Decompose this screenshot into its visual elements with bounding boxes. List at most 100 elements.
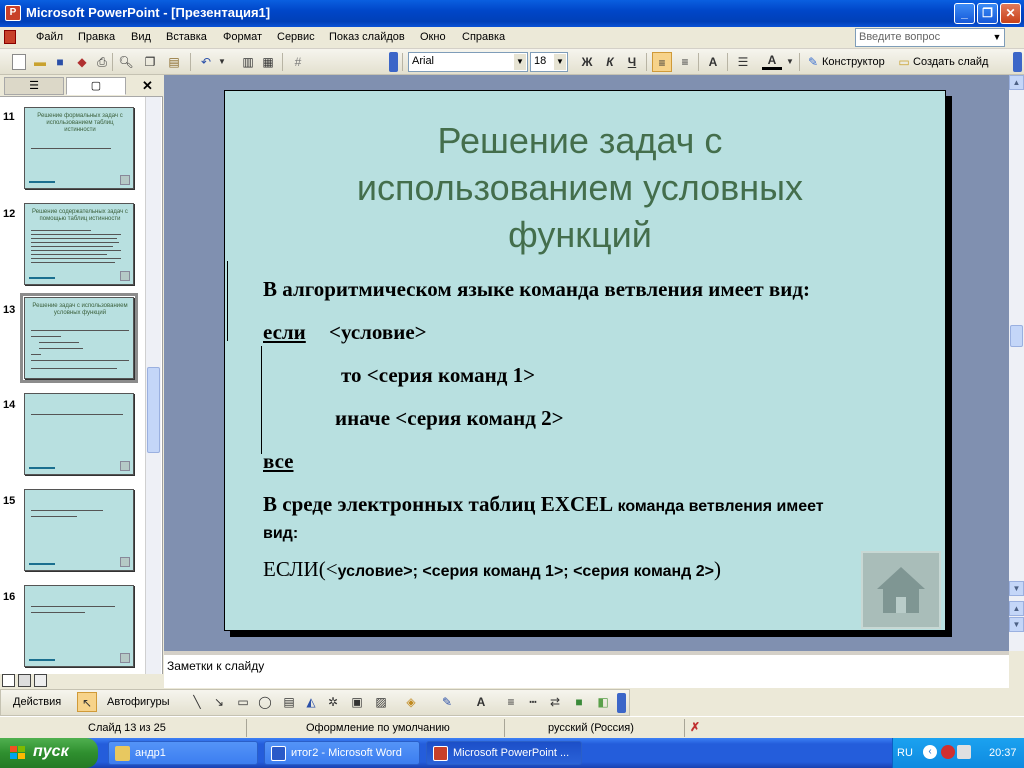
actions-menu[interactable]: Действия xyxy=(13,696,61,708)
toolbar-overflow-icon[interactable] xyxy=(1013,52,1022,72)
font-select[interactable]: Arial ▼ xyxy=(408,52,528,72)
line-spacing-icon[interactable]: ☰ xyxy=(733,52,753,72)
excel-text[interactable]: В среде электронных таблиц EXCEL команда… xyxy=(263,492,824,517)
permission-icon[interactable]: ◆ xyxy=(72,52,92,72)
bold-button[interactable]: Ж xyxy=(577,52,597,72)
condition-text[interactable]: <условие> xyxy=(329,320,427,345)
picture-icon[interactable]: ▨ xyxy=(371,692,391,712)
slide-text-line1[interactable]: В алгоритмическом языке команда ветвлени… xyxy=(263,277,810,302)
scrollbar-thumb[interactable] xyxy=(147,367,160,453)
print-preview-icon[interactable]: 🔍︎ xyxy=(116,52,136,72)
panel-close-icon[interactable]: ✕ xyxy=(142,78,153,94)
align-left-button[interactable]: ≡ xyxy=(652,52,672,72)
restore-button[interactable]: ❐ xyxy=(977,3,998,24)
font-size-select[interactable]: 18 ▼ xyxy=(530,52,568,72)
dash-style-icon[interactable]: ┅ xyxy=(523,692,543,712)
diagram-icon[interactable]: ✲ xyxy=(323,692,343,712)
arrow-icon[interactable]: ↘ xyxy=(209,692,229,712)
slideshow-view-icon[interactable] xyxy=(34,674,47,687)
scroll-up-arrow[interactable]: ▲ xyxy=(1009,75,1024,90)
excel-text-line2[interactable]: вид: xyxy=(263,519,298,544)
rectangle-icon[interactable]: ▭ xyxy=(233,692,253,712)
normal-view-icon[interactable] xyxy=(2,674,15,687)
autoshapes-menu[interactable]: Автофигуры xyxy=(107,696,170,708)
font-color-icon[interactable]: A xyxy=(762,52,782,70)
scroll-down-arrow[interactable]: ▼ xyxy=(1009,581,1024,596)
new-slide-button[interactable]: Создать слайд xyxy=(913,56,988,68)
excel-formula[interactable]: ЕСЛИ(<условие>; <серия команд 1>; <серия… xyxy=(263,557,721,582)
keyword-if[interactable]: если xyxy=(263,320,306,345)
network-icon[interactable] xyxy=(957,745,971,759)
menu-edit[interactable]: Правка xyxy=(78,31,115,43)
font-color-dropdown-icon[interactable]: ▼ xyxy=(780,52,800,72)
new-document-icon[interactable] xyxy=(12,54,26,70)
powerpoint-app-icon[interactable]: P xyxy=(5,5,21,21)
menu-insert[interactable]: Вставка xyxy=(166,31,207,43)
increase-font-icon[interactable]: A xyxy=(703,52,723,72)
next-slide-icon[interactable]: ▼ xyxy=(1009,617,1024,632)
then-text[interactable]: то <серия команд 1> xyxy=(341,363,535,388)
menu-slideshow[interactable]: Показ слайдов xyxy=(329,31,405,43)
slide-thumbnail-13[interactable]: Решение задач с использованием условных … xyxy=(20,293,138,383)
slide-thumbnail-14[interactable] xyxy=(24,393,134,475)
line-icon[interactable]: ╲ xyxy=(187,692,207,712)
task-folder[interactable]: андр1 xyxy=(108,741,258,765)
undo-dropdown-icon[interactable]: ▼ xyxy=(212,52,232,72)
design-template[interactable]: Оформление по умолчанию xyxy=(306,722,450,734)
clipart-icon[interactable]: ▣ xyxy=(347,692,367,712)
copy-icon[interactable]: ❐ xyxy=(140,52,160,72)
start-button[interactable]: пуск xyxy=(0,738,98,768)
menu-help[interactable]: Справка xyxy=(462,31,505,43)
slide-thumbnail-16[interactable] xyxy=(24,585,134,667)
slide-thumbnail-11[interactable]: Решение формальных задач с использование… xyxy=(24,107,134,189)
oval-icon[interactable]: ◯ xyxy=(255,692,275,712)
else-text[interactable]: иначе <серия команд 2> xyxy=(335,406,564,431)
3d-style-icon[interactable]: ◧ xyxy=(593,692,613,712)
tab-slides[interactable]: ▢ xyxy=(66,77,126,95)
font-size-dropdown-icon[interactable]: ▼ xyxy=(554,54,566,70)
ask-question-input[interactable]: Введите вопрос ▼ xyxy=(855,28,1005,47)
italic-button[interactable]: К xyxy=(600,52,620,72)
arrow-style-icon[interactable]: ⇄ xyxy=(545,692,565,712)
spelling-error-icon[interactable]: ✗ xyxy=(690,720,706,734)
grid-icon[interactable]: # xyxy=(288,52,308,72)
paste-icon[interactable]: ▤ xyxy=(164,52,184,72)
slides-panel-scrollbar[interactable] xyxy=(145,97,161,674)
language-indicator[interactable]: RU xyxy=(897,747,913,759)
ask-dropdown-icon[interactable]: ▼ xyxy=(990,29,1004,46)
textbox-icon[interactable]: ▤ xyxy=(279,692,299,712)
current-slide[interactable]: Решение задач с использованием условных … xyxy=(224,90,946,631)
designer-icon[interactable]: ✎ xyxy=(803,52,823,72)
menu-format[interactable]: Формат xyxy=(223,31,262,43)
select-pointer-icon[interactable]: ↖ xyxy=(77,692,97,712)
slide-sorter-icon[interactable] xyxy=(18,674,31,687)
toolbar-options-icon[interactable] xyxy=(389,52,398,72)
task-word[interactable]: итог2 - Microsoft Word xyxy=(264,741,420,765)
notes-pane[interactable]: Заметки к слайду xyxy=(164,651,1009,688)
menu-window[interactable]: Окно xyxy=(420,31,446,43)
menu-file[interactable]: Файл xyxy=(36,31,63,43)
font-dropdown-icon[interactable]: ▼ xyxy=(514,54,526,70)
keyword-end[interactable]: все xyxy=(263,449,294,474)
shadow-icon[interactable]: ■ xyxy=(569,692,589,712)
new-slide-icon[interactable]: ▭ xyxy=(894,52,914,72)
line-color-icon[interactable]: ✎ xyxy=(437,692,457,712)
wordart-icon[interactable]: ◭ xyxy=(301,692,321,712)
font-color-draw-icon[interactable]: A xyxy=(471,692,491,712)
insert-chart-icon[interactable]: ▥ xyxy=(238,52,258,72)
slide-title[interactable]: Решение задач с использованием условных … xyxy=(295,117,865,258)
antivirus-icon[interactable] xyxy=(941,745,955,759)
drawbar-overflow-icon[interactable] xyxy=(617,693,626,713)
scrollbar-thumb[interactable] xyxy=(1010,325,1023,347)
close-button[interactable]: ✕ xyxy=(1000,3,1021,24)
previous-slide-icon[interactable]: ▲ xyxy=(1009,601,1024,616)
editor-scrollbar[interactable]: ▲ ▼ ▲ ▼ xyxy=(1009,75,1024,651)
slide-thumbnail-15[interactable] xyxy=(24,489,134,571)
slide-thumbnail-12[interactable]: Решение содержательных задач с помощью т… xyxy=(24,203,134,285)
tab-outline[interactable]: ☰ xyxy=(4,77,64,95)
align-center-button[interactable]: ≡ xyxy=(675,52,695,72)
insert-table-icon[interactable]: ▦ xyxy=(258,52,278,72)
document-icon[interactable] xyxy=(4,30,16,44)
task-powerpoint[interactable]: Microsoft PowerPoint ... xyxy=(426,741,582,765)
save-icon[interactable]: ■ xyxy=(50,52,70,72)
